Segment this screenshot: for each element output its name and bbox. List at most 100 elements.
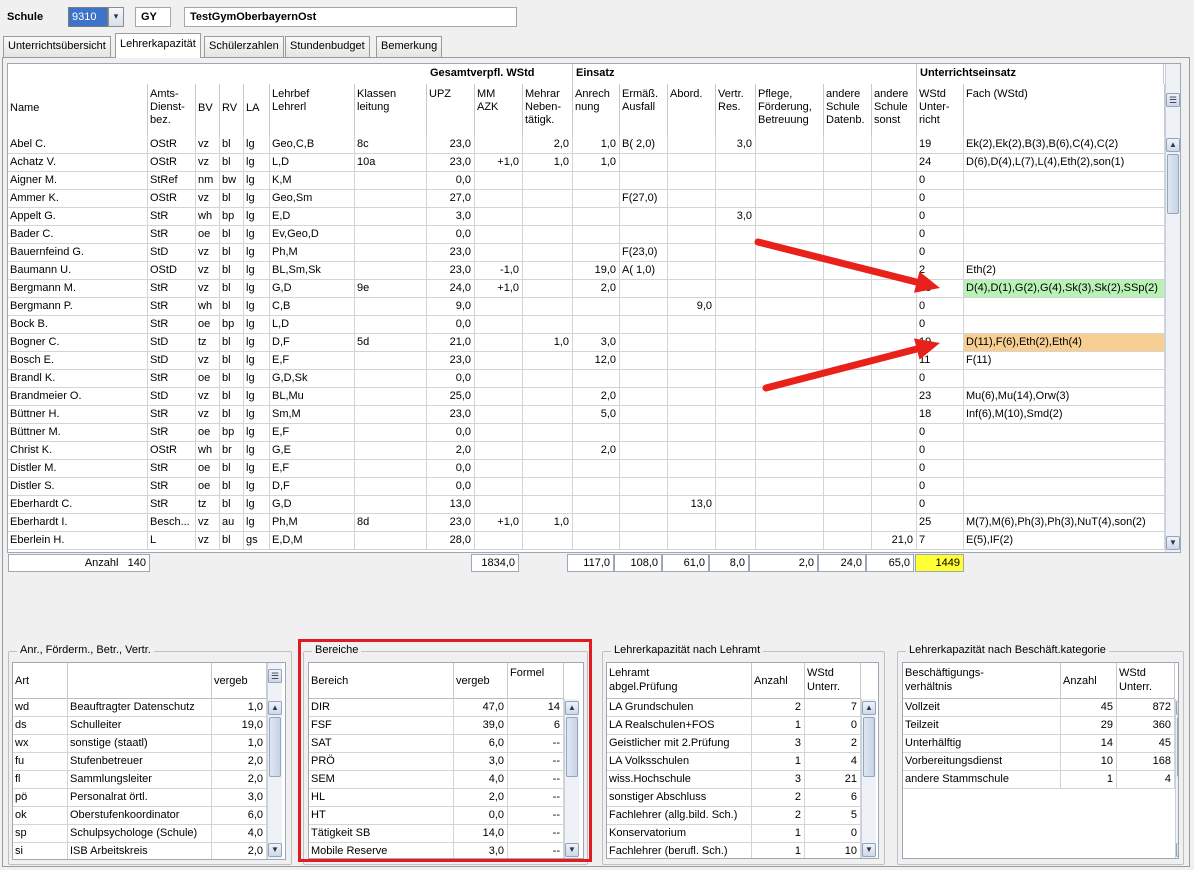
table-row[interactable]: Eberlein H. Lvz bl gs E,D,M 28,0 21,0 7 E(5),IF(… bbox=[8, 532, 1165, 550]
table-row[interactable]: Bogner C. StD tz bl lg D,F 5d 21,0 1,0 3,0 19 D(11)… bbox=[8, 334, 1165, 352]
cell-upz: 23,0 bbox=[427, 262, 475, 280]
list-item[interactable]: Geistlicher mit 2.Prüfung 3 2 bbox=[607, 735, 878, 753]
cell-anrech bbox=[573, 172, 620, 190]
cell-klassen bbox=[355, 316, 427, 334]
table-row[interactable]: Ammer K. OStR vz bl lg Geo,Sm 27,0 F(27,0) 0 bbox=[8, 190, 1165, 208]
cell-mehrarb bbox=[523, 352, 573, 370]
scroll-down-icon[interactable]: ▼ bbox=[1166, 536, 1180, 550]
cell-vertr: 3,0 bbox=[716, 208, 756, 226]
scroll-thumb[interactable] bbox=[269, 717, 281, 777]
cell-anrech bbox=[573, 370, 620, 388]
cell-anrech bbox=[573, 532, 620, 550]
cell-andere-datenb bbox=[824, 478, 872, 496]
chevron-down-icon[interactable]: ▾ bbox=[108, 7, 124, 27]
table-row[interactable]: Eberhardt C. StR tz bl lg G,D 13,0 13,0 0 bbox=[8, 496, 1165, 514]
column-chooser-icon[interactable]: ☰ bbox=[1166, 93, 1180, 107]
tab-bemerkung[interactable]: Bemerkung bbox=[376, 36, 443, 57]
scroll-up-icon[interactable]: ▲ bbox=[268, 701, 282, 715]
table-row[interactable]: Distler M. StR oe bl lg E,F 0,0 0 bbox=[8, 460, 1165, 478]
list-item[interactable]: LA Realschulen+FOS 1 0 bbox=[607, 717, 878, 735]
scroll-down-icon[interactable]: ▼ bbox=[1176, 843, 1178, 857]
cell-anrech: 3,0 bbox=[573, 334, 620, 352]
list-item[interactable]: LA Grundschulen 2 7 bbox=[607, 699, 878, 717]
table-row[interactable]: Aigner M. StRef nm bw lg K,M 0,0 0 bbox=[8, 172, 1165, 190]
cell-amts: StD bbox=[148, 244, 196, 262]
cell-rv: bw bbox=[220, 172, 244, 190]
tab-lehrerkapazitaet[interactable]: Lehrerkapazität bbox=[115, 33, 201, 58]
list-item[interactable]: ok Oberstufenkoordinator 6,0 bbox=[13, 807, 285, 825]
table-row[interactable]: Brandl K. StR oe bl lg G,D,Sk 0,0 0 bbox=[8, 370, 1165, 388]
list-item[interactable]: Fachlehrer (berufl. Sch.) 1 10 bbox=[607, 843, 878, 858]
list-item[interactable]: ds Schulleiter 19,0 bbox=[13, 717, 285, 735]
cell-mehrarb: 1,0 bbox=[523, 154, 573, 172]
table-row[interactable]: Christ K. OStR wh br lg G,E 2,0 2,0 0 bbox=[8, 442, 1165, 460]
scroll-thumb[interactable] bbox=[1167, 154, 1179, 214]
cell-rv: bl bbox=[220, 370, 244, 388]
cell-anrech: 1,0 bbox=[573, 154, 620, 172]
cell-klassen bbox=[355, 478, 427, 496]
scroll-up-icon[interactable]: ▲ bbox=[1166, 138, 1180, 152]
table-row[interactable]: Bader C. StR oe bl lg Ev,Geo,D 0,0 0 bbox=[8, 226, 1165, 244]
list-item[interactable]: si ISB Arbeitskreis 2,0 bbox=[13, 843, 285, 859]
scroll-thumb[interactable] bbox=[863, 717, 875, 777]
cell-klassen bbox=[355, 298, 427, 316]
list-item[interactable]: wd Beauftragter Datenschutz 1,0 bbox=[13, 699, 285, 717]
cell-bv: oe bbox=[196, 316, 220, 334]
tab-schuelerzahlen[interactable]: Schülerzahlen bbox=[204, 36, 284, 57]
column-chooser[interactable]: ☰ bbox=[1165, 64, 1180, 136]
cell-name: Bogner C. bbox=[8, 334, 148, 352]
table-row[interactable]: Eberhardt I. Besch... vz au lg Ph,M 8d 23,0 +1,0… bbox=[8, 514, 1165, 532]
table-row[interactable]: Distler S. StR oe bl lg D,F 0,0 0 bbox=[8, 478, 1165, 496]
table-row[interactable]: Brandmeier O. StD vz bl lg BL,Mu 25,0 2,0 23 Mu(6… bbox=[8, 388, 1165, 406]
list-item[interactable]: sp Schulpsychologe (Schule) 4,0 bbox=[13, 825, 285, 843]
scroll-up-icon[interactable]: ▲ bbox=[1176, 701, 1178, 715]
grid-scrollbar[interactable]: ▲ ▼ bbox=[1165, 136, 1180, 552]
scroll-thumb[interactable] bbox=[1177, 717, 1178, 777]
table-row[interactable]: Bergmann M. StR vz bl lg G,D 9e 24,0 +1,0 2,0 23 D(… bbox=[8, 280, 1165, 298]
cell-andere-datenb bbox=[824, 262, 872, 280]
cell-art: pö bbox=[13, 789, 68, 807]
list-item[interactable]: Vollzeit 45 872 bbox=[903, 699, 1178, 717]
list-item[interactable]: Vorbereitungsdienst 10 168 bbox=[903, 753, 1178, 771]
table-row[interactable]: Abel C. OStR vz bl lg Geo,C,B 8c 23,0 2,0 1,0 B( 2… bbox=[8, 136, 1165, 154]
list-item[interactable]: Konservatorium 1 0 bbox=[607, 825, 878, 843]
list-item[interactable]: wiss.Hochschule 3 21 bbox=[607, 771, 878, 789]
table-row[interactable]: Bosch E. StD vz bl lg E,F 23,0 12,0 11 F(11) bbox=[8, 352, 1165, 370]
list-scrollbar[interactable]: ▲▼ bbox=[1175, 699, 1178, 858]
table-row[interactable]: Bauernfeind G. StD vz bl lg Ph,M 23,0 F(23,0) 0 bbox=[8, 244, 1165, 262]
list-item[interactable]: fl Sammlungsleiter 2,0 bbox=[13, 771, 285, 789]
cell-rv: bl bbox=[220, 532, 244, 550]
table-row[interactable]: Achatz V. OStR vz bl lg L,D 10a 23,0 +1,0 1,0 1,0 2… bbox=[8, 154, 1165, 172]
tab-unterrichtsuebersicht[interactable]: Unterrichtsübersicht bbox=[3, 36, 111, 57]
scroll-down-icon[interactable]: ▼ bbox=[862, 843, 876, 857]
list-scrollbar[interactable]: ▲ ▼ ☰ bbox=[267, 663, 282, 859]
list-item[interactable]: Fachlehrer (allg.bild. Sch.) 2 5 bbox=[607, 807, 878, 825]
list-item[interactable]: pö Personalrat örtl. 3,0 bbox=[13, 789, 285, 807]
cell-la: lg bbox=[244, 316, 270, 334]
list-item[interactable]: Unterhälftig 14 45 bbox=[903, 735, 1178, 753]
column-chooser-icon[interactable]: ☰ bbox=[268, 669, 282, 683]
table-row[interactable]: Baumann U. OStD vz bl lg BL,Sm,Sk 23,0 -1,0 19,0… bbox=[8, 262, 1165, 280]
table-row[interactable]: Appelt G. StR wh bp lg E,D 3,0 3,0 0 bbox=[8, 208, 1165, 226]
cell-upz: 0,0 bbox=[427, 460, 475, 478]
tab-stundenbudget[interactable]: Stundenbudget bbox=[285, 36, 370, 57]
list-item[interactable]: fu Stufenbetreuer 2,0 bbox=[13, 753, 285, 771]
cell-art: fl bbox=[13, 771, 68, 789]
list-item[interactable]: LA Volksschulen 1 4 bbox=[607, 753, 878, 771]
list-item[interactable]: andere Stammschule 1 4 bbox=[903, 771, 1178, 789]
cell-wstd: 10 bbox=[805, 843, 861, 858]
school-number-select[interactable]: 9310 bbox=[68, 7, 108, 27]
list-scrollbar[interactable]: ▲▼ bbox=[861, 699, 876, 858]
scroll-up-icon[interactable]: ▲ bbox=[862, 701, 876, 715]
cell-bv: vz bbox=[196, 532, 220, 550]
table-row[interactable]: Büttner M. StR oe bp lg E,F 0,0 0 bbox=[8, 424, 1165, 442]
table-row[interactable]: Büttner H. StR vz bl lg Sm,M 23,0 5,0 18 Inf(6),M… bbox=[8, 406, 1165, 424]
list-item[interactable]: sonstiger Abschluss 2 6 bbox=[607, 789, 878, 807]
cell-anrech: 2,0 bbox=[573, 442, 620, 460]
table-row[interactable]: Bock B. StR oe bp lg L,D 0,0 0 bbox=[8, 316, 1165, 334]
cell-upz: 0,0 bbox=[427, 316, 475, 334]
list-item[interactable]: Teilzeit 29 360 bbox=[903, 717, 1178, 735]
table-row[interactable]: Bergmann P. StR wh bl lg C,B 9,0 9,0 0 bbox=[8, 298, 1165, 316]
scroll-down-icon[interactable]: ▼ bbox=[268, 843, 282, 857]
list-item[interactable]: wx sonstige (staatl) 1,0 bbox=[13, 735, 285, 753]
